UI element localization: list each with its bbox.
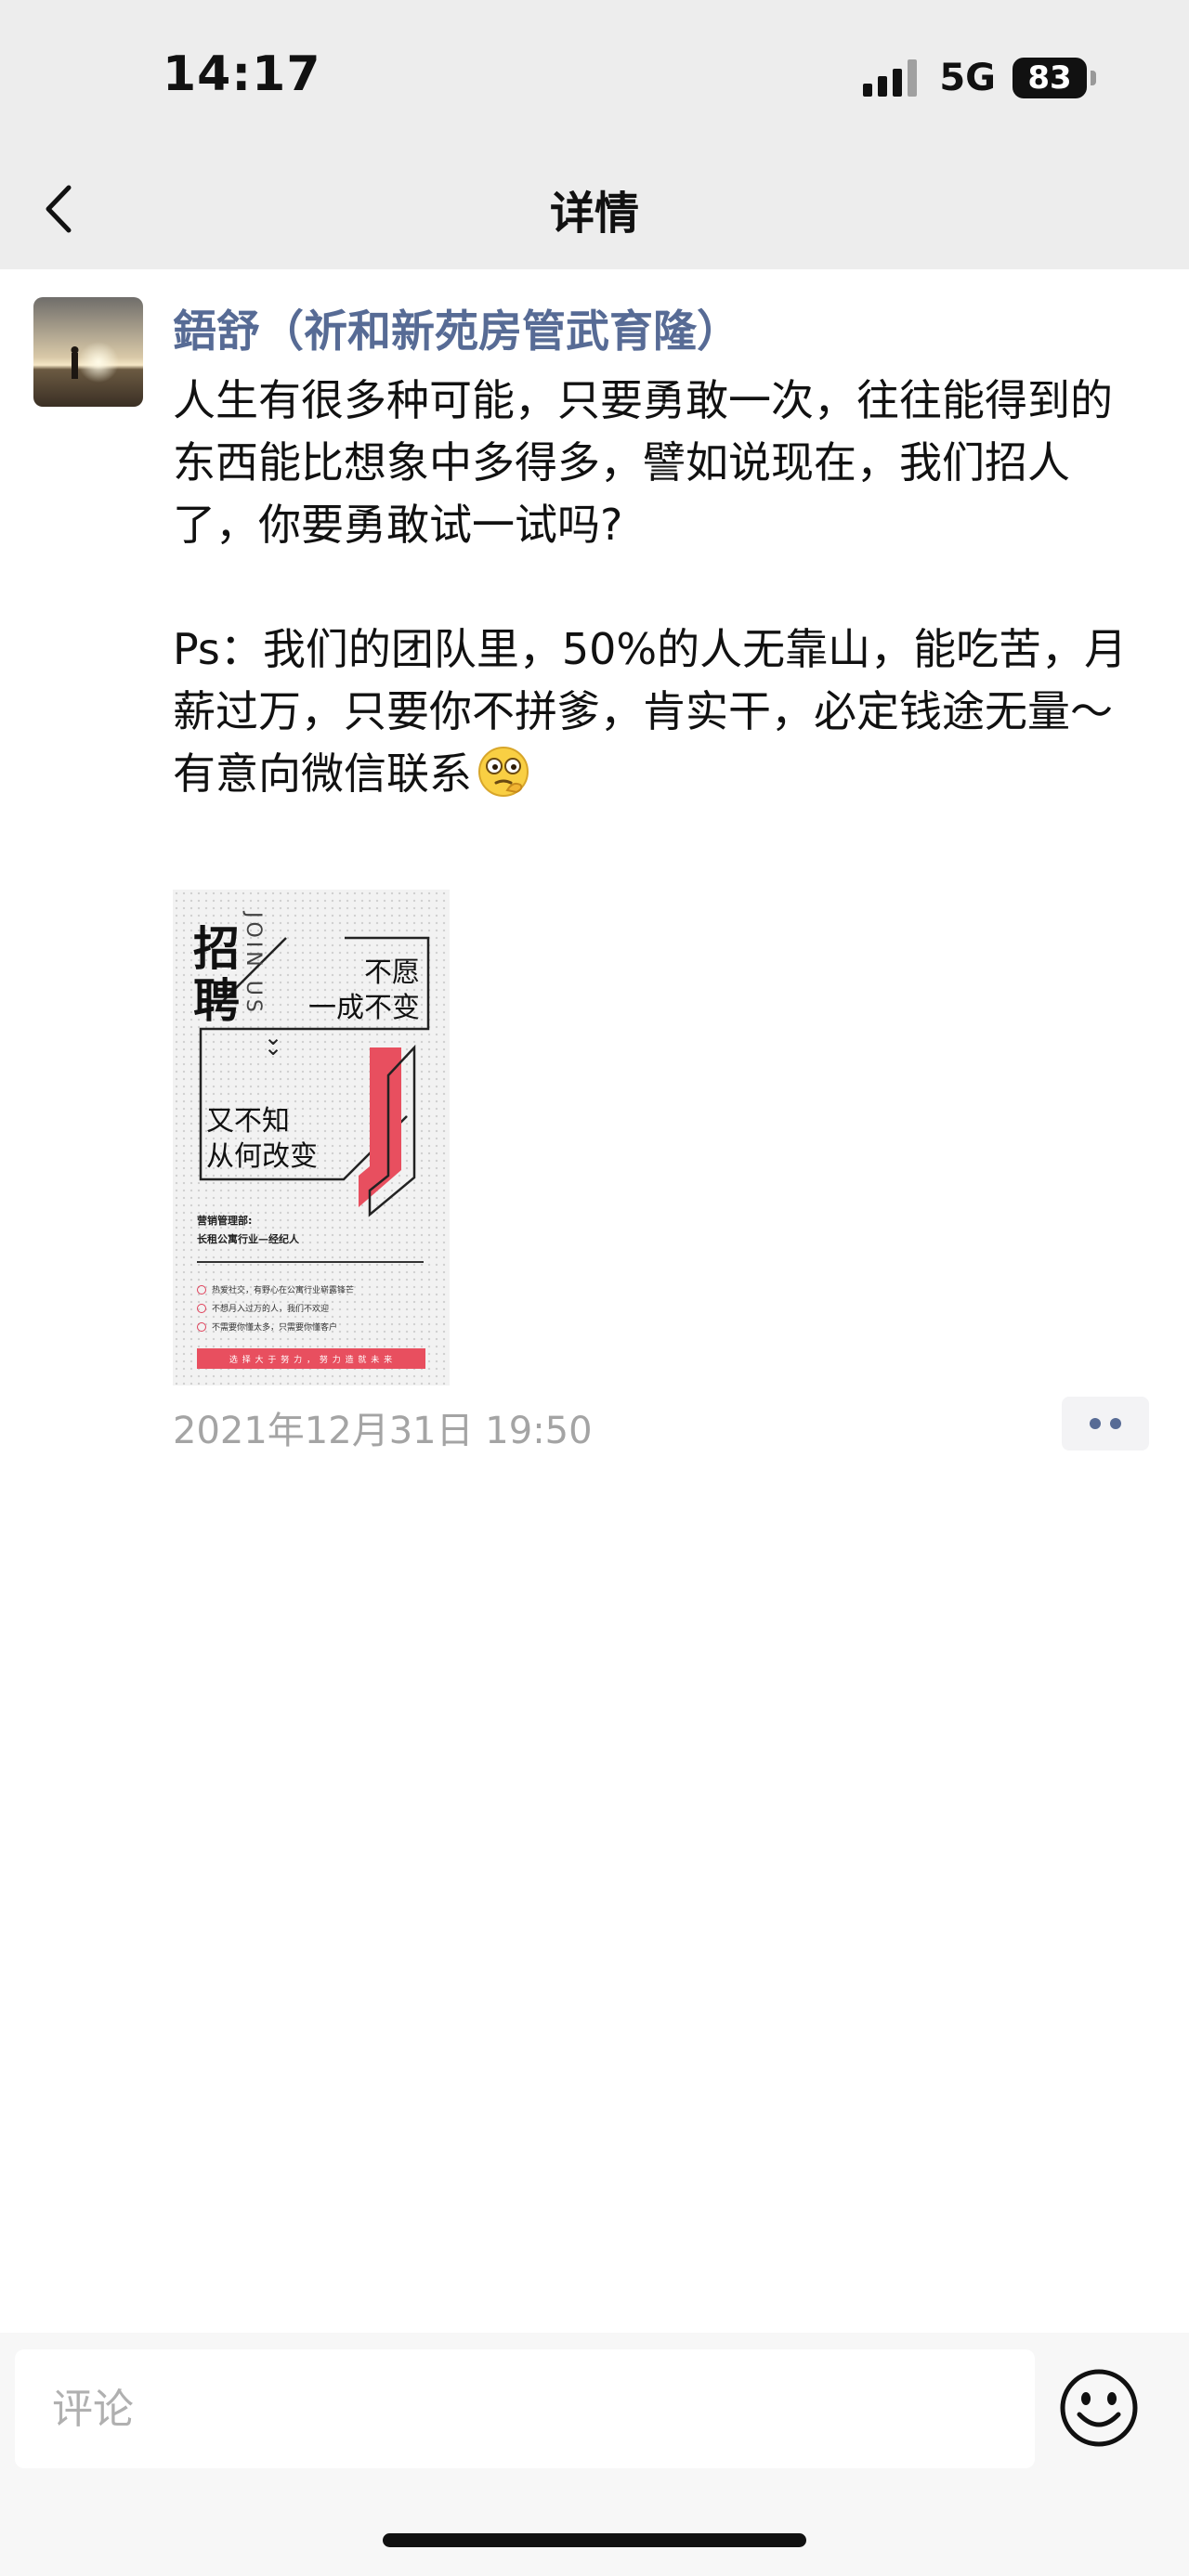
thinking-face-emoji — [478, 747, 529, 797]
battery-icon: 83 — [1013, 58, 1096, 98]
post-paragraph: Ps：我们的团队里，50%的人无靠山，能吃苦，月薪过万，只要你不拼爹，肯实干，必… — [173, 624, 1128, 736]
status-indicators: 5G 83 — [863, 54, 1096, 102]
post-image[interactable]: 招 聘 JOIN US 不愿 一成不变 ⌄ ⌄ 又不知 从何改变 营销管理部: 长… — [173, 890, 450, 1386]
poster-slogan-bar: 选 择 大 于 努 力 ， 努 力 造 就 未 来 — [197, 1348, 425, 1369]
poster-title-2: 聘 — [193, 974, 240, 1028]
post-paragraph: 人生有很多种可能，只要勇敢一次，往往能得到的东西能比想象中多得多，譬如说现在，我… — [173, 375, 1113, 550]
dot-icon — [1110, 1418, 1121, 1429]
poster-role: 长租公寓行业—经纪人 — [197, 1233, 299, 1245]
poster-dept: 营销管理部: — [197, 1215, 253, 1227]
post-timestamp: 2021年12月31日 19:50 — [173, 1410, 593, 1452]
network-type: 5G — [939, 57, 996, 99]
poster-line-4: 从何改变 — [206, 1140, 318, 1173]
header: 14:17 5G 83 详情 — [0, 0, 1189, 269]
dot-icon — [1090, 1418, 1101, 1429]
poster-bullet: 不想月入过万的人，我们不欢迎 — [197, 1302, 329, 1314]
poster-bullet: 热爱社交，有野心在公寓行业崭露锋芒 — [197, 1283, 354, 1295]
poster-divider — [197, 1261, 424, 1263]
page-title: 详情 — [549, 188, 639, 240]
poster-line-2: 一成不变 — [308, 992, 420, 1024]
post-content: 人生有很多种可能，只要勇敢一次，往往能得到的东西能比想象中多得多，譬如说现在，我… — [173, 370, 1139, 805]
emoji-button[interactable] — [1057, 2366, 1141, 2450]
signal-strength-icon — [863, 59, 918, 97]
battery-level: 83 — [1027, 59, 1072, 97]
post-spacer — [173, 556, 1139, 618]
smiley-face-icon — [1060, 2369, 1138, 2447]
chevron-down-icon: ⌄ ⌄ — [264, 1024, 283, 1060]
poster-bullet: 不需要你懂太多，只需要你懂客户 — [197, 1321, 337, 1333]
avatar[interactable] — [33, 297, 143, 407]
comment-input[interactable] — [15, 2349, 1035, 2468]
avatar-image — [33, 297, 143, 407]
post-paragraph-last: 有意向微信联系 — [173, 743, 1139, 805]
post-paragraph: 有意向微信联系 — [173, 748, 472, 799]
author-name[interactable]: 鋙舒（祈和新苑房管武育隆） — [173, 295, 740, 359]
status-time: 14:17 — [163, 46, 321, 102]
home-indicator[interactable] — [383, 2533, 806, 2547]
poster-join-text: JOIN US — [242, 912, 265, 1016]
more-actions-button[interactable] — [1062, 1397, 1149, 1451]
